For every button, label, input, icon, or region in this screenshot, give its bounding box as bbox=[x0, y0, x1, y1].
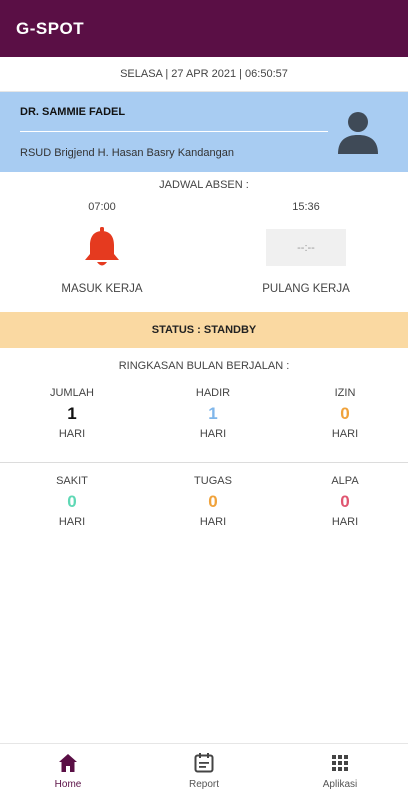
profile-card: DR. SAMMIE FADEL RSUD Brigjend H. Hasan … bbox=[0, 92, 408, 172]
summary-label: HADIR bbox=[195, 387, 231, 399]
summary-label: JUMLAH bbox=[49, 387, 94, 399]
profile-divider bbox=[20, 131, 328, 132]
summary-cell-sakit: SAKIT 0 HARI bbox=[22, 474, 122, 529]
summary-label: ALPA bbox=[331, 475, 359, 487]
home-icon bbox=[59, 754, 77, 772]
check-out-label: PULANG KERJA bbox=[262, 283, 350, 295]
nav-aplikasi[interactable]: Aplikasi bbox=[300, 752, 380, 790]
apps-grid-icon bbox=[332, 755, 348, 771]
summary-value: 0 bbox=[208, 492, 218, 511]
nav-label: Home bbox=[54, 779, 82, 790]
check-out-time: 15:36 bbox=[292, 201, 320, 213]
summary-unit: HARI bbox=[58, 428, 86, 440]
summary-value: 0 bbox=[67, 492, 77, 511]
schedule-title: JADWAL ABSEN : bbox=[159, 179, 249, 191]
bottom-navigation: Home Report Aplikasi bbox=[0, 743, 408, 800]
summary-value: 1 bbox=[67, 404, 77, 423]
check-out-placeholder[interactable]: --:-- bbox=[266, 229, 346, 266]
summary-unit: HARI bbox=[58, 516, 86, 528]
check-in-time: 07:00 bbox=[88, 201, 116, 213]
summary-unit: HARI bbox=[331, 428, 359, 440]
check-in-label: MASUK KERJA bbox=[61, 283, 143, 295]
summary-label: IZIN bbox=[334, 387, 356, 399]
app-bar: G-SPOT bbox=[0, 0, 408, 57]
summary-unit: HARI bbox=[331, 516, 359, 528]
bell-icon[interactable] bbox=[82, 227, 122, 269]
app-title: G-SPOT bbox=[16, 18, 85, 38]
summary-value: 0 bbox=[340, 404, 350, 423]
person-icon bbox=[338, 112, 378, 154]
nav-label: Aplikasi bbox=[322, 779, 358, 790]
summary-divider bbox=[0, 462, 408, 463]
summary-unit: HARI bbox=[199, 428, 227, 440]
hospital-name: RSUD Brigjend H. Hasan Basry Kandangan bbox=[20, 147, 235, 159]
user-name: DR. SAMMIE FADEL bbox=[20, 106, 126, 118]
summary-cell-hadir: HADIR 1 HARI bbox=[163, 386, 263, 441]
summary-value: 0 bbox=[340, 492, 350, 511]
summary-cell-jumlah: JUMLAH 1 HARI bbox=[22, 386, 122, 441]
summary-label: TUGAS bbox=[194, 475, 232, 487]
status-banner: STATUS : STANDBY bbox=[0, 312, 408, 348]
summary-cell-alpa: ALPA 0 HARI bbox=[295, 474, 395, 529]
summary-cell-izin: IZIN 0 HARI bbox=[295, 386, 395, 441]
date-time-display: SELASA | 27 APR 2021 | 06:50:57 bbox=[0, 57, 408, 92]
summary-unit: HARI bbox=[199, 516, 227, 528]
summary-value: 1 bbox=[208, 404, 218, 423]
summary-title: RINGKASAN BULAN BERJALAN : bbox=[118, 360, 290, 372]
nav-report[interactable]: Report bbox=[164, 752, 244, 790]
calendar-icon bbox=[194, 753, 214, 773]
summary-label: SAKIT bbox=[56, 475, 88, 487]
summary-cell-tugas: TUGAS 0 HARI bbox=[163, 474, 263, 529]
nav-home[interactable]: Home bbox=[28, 752, 108, 790]
nav-label: Report bbox=[188, 779, 219, 790]
